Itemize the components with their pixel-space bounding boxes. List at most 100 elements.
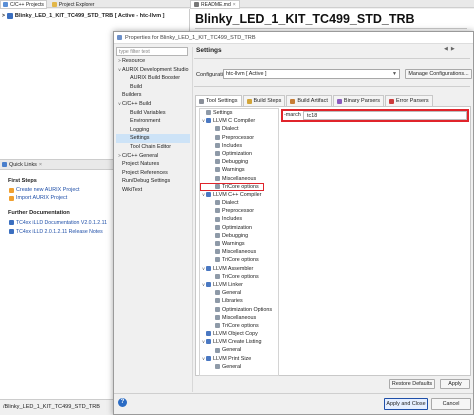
category-item-aurix-development-studio[interactable]: vAURIX Development Studio	[116, 66, 190, 75]
close-icon[interactable]: ×	[39, 162, 42, 168]
tab-binary-parsers[interactable]: Binary Parsers	[332, 95, 384, 106]
tool-item-label: Libraries	[222, 298, 243, 305]
quick-link-illd-docs-label: TC4xx iLLD Documentation V2.0.1.2.11	[16, 219, 108, 226]
quick-links-title: Quick Links	[9, 161, 37, 168]
tool-item-label: LLVM Linker	[213, 281, 243, 288]
option-input[interactable]: tc18	[303, 111, 467, 120]
quick-link-create[interactable]: Create new AURIX Project	[9, 186, 115, 194]
tool-item-preprocessor[interactable]: Preprocessor	[200, 207, 278, 215]
tool-item-warnings[interactable]: Warnings	[200, 240, 278, 248]
tool-item-tricore-options[interactable]: TriCore options	[200, 322, 278, 330]
tool-item-preprocessor[interactable]: Preprocessor	[200, 134, 278, 142]
tool-item-warnings[interactable]: Warnings	[200, 166, 278, 174]
tool-item-llvm-print-size[interactable]: v LLVM Print Size	[200, 355, 278, 363]
category-item-environment[interactable]: Environment	[116, 117, 190, 126]
quick-link-import[interactable]: Import AURIX Project	[9, 194, 115, 202]
back-arrow-icon[interactable]: ◀	[444, 46, 448, 52]
category-item-run-debug-settings[interactable]: Run/Debug Settings	[116, 177, 190, 186]
tool-item-dialect[interactable]: Dialect	[200, 125, 278, 133]
tab-build-steps[interactable]: Build Steps	[242, 95, 286, 106]
tool-item-libraries[interactable]: Libraries	[200, 297, 278, 305]
tool-item-label: TriCore options	[222, 273, 259, 280]
quick-links-tab[interactable]: Quick Links ×	[0, 160, 115, 170]
category-item-label: AURIX Build Booster	[130, 75, 181, 82]
nav-tabs: C/C++ Projects Project Explorer	[0, 0, 96, 9]
tool-item-llvm-c-compiler[interactable]: v LLVM C Compiler	[200, 117, 278, 125]
category-item-build[interactable]: Build	[116, 83, 190, 92]
tool-item-general[interactable]: General	[200, 346, 278, 354]
tree-sash[interactable]	[192, 47, 193, 392]
tool-item-includes[interactable]: Includes	[200, 142, 278, 150]
category-item-label: Project References	[122, 169, 168, 176]
tool-item-miscellaneous[interactable]: Miscellaneous	[200, 175, 278, 183]
help-icon[interactable]: ?	[118, 398, 127, 407]
category-item-c-c-general[interactable]: >C/C++ General	[116, 152, 190, 161]
tool-item-general[interactable]: General	[200, 289, 278, 297]
tool-item-llvm-object-copy[interactable]: LLVM Object Copy	[200, 330, 278, 338]
category-item-resource[interactable]: >Resource	[116, 57, 190, 66]
category-item-build-variables[interactable]: Build Variables	[116, 109, 190, 118]
gear-icon	[215, 126, 220, 132]
category-item-project-natures[interactable]: Project Natures	[116, 160, 190, 169]
category-item-label: Build	[130, 83, 142, 90]
tool-item-tricore-options[interactable]: TriCore options	[200, 182, 264, 191]
config-select[interactable]: htc-llvm [ Active ] ▼	[223, 69, 400, 79]
tool-item-tricore-options[interactable]: TriCore options	[200, 256, 278, 264]
gear-icon	[215, 290, 220, 296]
cancel-button[interactable]: Cancel	[431, 398, 471, 410]
category-item-wikitext[interactable]: WikiText	[116, 186, 190, 195]
tool-item-llvm-linker[interactable]: v LLVM Linker	[200, 281, 278, 289]
gear-icon	[215, 347, 220, 353]
tool-item-debugging[interactable]: Debugging	[200, 158, 278, 166]
forward-arrow-icon[interactable]: ▶	[451, 46, 455, 52]
tool-item-debugging[interactable]: Debugging	[200, 232, 278, 240]
category-item-label: Tool Chain Editor	[130, 143, 172, 150]
category-item-tool-chain-editor[interactable]: Tool Chain Editor	[116, 143, 190, 152]
tab-cc-projects[interactable]: C/C++ Projects	[0, 0, 47, 9]
category-item-settings[interactable]: Settings	[116, 134, 190, 143]
category-item-builders[interactable]: Builders	[116, 91, 190, 100]
tab-project-explorer[interactable]: Project Explorer	[50, 0, 97, 9]
tool-item-llvm-create-listing[interactable]: v LLVM Create Listing	[200, 338, 278, 346]
tool-item-tricore-options[interactable]: TriCore options	[200, 273, 278, 281]
category-item-c-c-build[interactable]: vC/C++ Build	[116, 100, 190, 109]
tool-item-optimization[interactable]: Optimization	[200, 150, 278, 158]
tool-item-label: Optimization	[222, 224, 252, 231]
gear-icon	[206, 110, 211, 116]
tool-item-dialect[interactable]: Dialect	[200, 199, 278, 207]
category-item-aurix-build-booster[interactable]: AURIX Build Booster	[116, 74, 190, 83]
apply-button[interactable]: Apply	[440, 379, 470, 389]
tool-item-miscellaneous[interactable]: Miscellaneous	[200, 248, 278, 256]
tool-item-llvm-assembler[interactable]: v LLVM Assembler	[200, 265, 278, 273]
import-icon	[9, 195, 14, 201]
tool-item-general[interactable]: General	[200, 363, 278, 371]
quick-link-illd-docs[interactable]: TC4xx iLLD Documentation V2.0.1.2.11	[9, 218, 115, 227]
tool-item-optimization-options[interactable]: Optimization Options	[200, 306, 278, 314]
gear-icon	[215, 175, 220, 181]
tab-build-artifact[interactable]: Build Artifact	[286, 95, 332, 106]
tab-error-parsers[interactable]: Error Parsers	[384, 95, 433, 106]
chevron-right-icon[interactable]: >	[2, 13, 5, 19]
gear-icon	[215, 216, 220, 222]
restore-defaults-button[interactable]: Restore Defaults	[389, 379, 435, 389]
editor-tab[interactable]: README.md ×	[190, 0, 240, 9]
option-input-value: tc18	[307, 113, 318, 119]
tool-item-label: TriCore options	[222, 257, 259, 264]
tool-item-llvm-c-compiler[interactable]: v LLVM C++ Compiler	[200, 191, 278, 199]
tool-item-includes[interactable]: Includes	[200, 215, 278, 223]
category-item-project-references[interactable]: Project References	[116, 169, 190, 178]
filter-input[interactable]: type filter text	[116, 47, 188, 56]
tool-item-settings[interactable]: Settings	[200, 109, 278, 117]
build-artifact-icon	[290, 98, 296, 104]
quick-link-release-notes[interactable]: TC4xx iLLD 2.0.1.2.11 Release Notes	[9, 227, 115, 236]
project-root-label: Blinky_LED_1_KIT_TC499_STD_TRB [ Active …	[14, 13, 165, 19]
project-root-item[interactable]: > Blinky_LED_1_KIT_TC499_STD_TRB [ Activ…	[0, 9, 189, 23]
category-item-logging[interactable]: Logging	[116, 126, 190, 135]
close-icon[interactable]: ×	[233, 2, 236, 8]
tool-item-optimization[interactable]: Optimization	[200, 224, 278, 232]
tool-item-miscellaneous[interactable]: Miscellaneous	[200, 314, 278, 322]
tab-tool-settings[interactable]: Tool Settings	[195, 95, 242, 106]
gear-icon	[215, 241, 220, 247]
manage-configurations-button[interactable]: Manage Configurations...	[405, 69, 472, 79]
apply-and-close-button[interactable]: Apply and Close	[384, 398, 428, 410]
